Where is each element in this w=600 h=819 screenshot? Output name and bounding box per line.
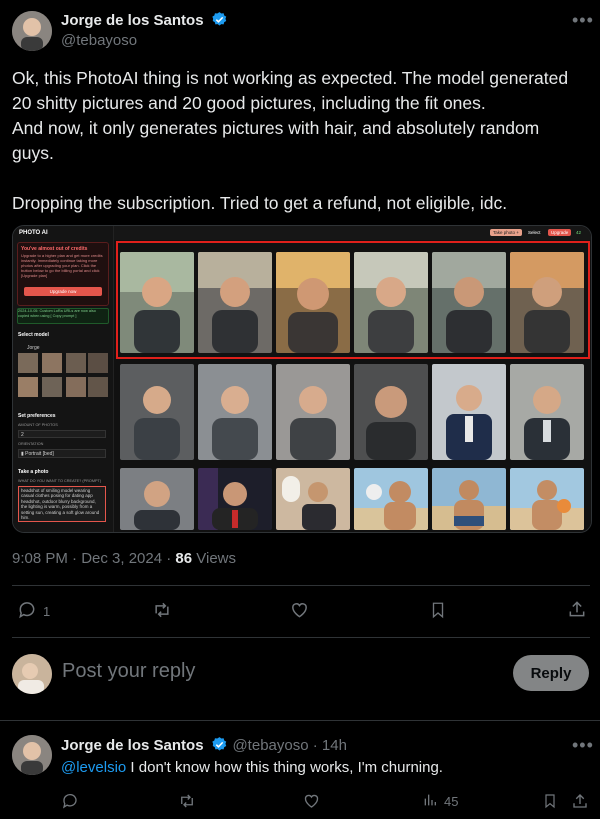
reply-views-action[interactable]: 45 bbox=[422, 792, 458, 811]
amount-label: AMOUNT OF PHOTOS bbox=[18, 423, 58, 427]
take-photo-heading: Take a photo bbox=[18, 469, 49, 475]
credits-count: 42 bbox=[576, 230, 582, 235]
generated-photo[interactable] bbox=[276, 364, 350, 460]
analytics-icon bbox=[422, 792, 438, 811]
reply-author-name[interactable]: Jorge de los Santos bbox=[61, 737, 204, 754]
author-handle[interactable]: @tebayoso bbox=[61, 32, 137, 49]
select-button[interactable]: Select bbox=[528, 230, 541, 235]
model-thumbnails[interactable] bbox=[18, 353, 108, 401]
current-user-avatar[interactable] bbox=[12, 654, 52, 694]
photoai-topbar: Take photo + Select Upgrade 42 bbox=[114, 226, 591, 240]
orientation-label: ORIENTATION bbox=[18, 442, 44, 446]
generated-photo[interactable] bbox=[276, 468, 350, 530]
repost-icon bbox=[151, 600, 173, 623]
attached-image[interactable]: PHOTO AI You've almost out of credits Up… bbox=[12, 225, 592, 533]
alert-title: You've almost out of credits bbox=[21, 246, 88, 252]
reply-repost-action[interactable] bbox=[177, 792, 197, 813]
generated-photo[interactable] bbox=[510, 468, 584, 530]
reply-share-action[interactable] bbox=[571, 792, 589, 813]
alert-body: Upgrade to a higher plan and get more cr… bbox=[21, 253, 103, 278]
amount-input[interactable]: 2 bbox=[18, 430, 106, 438]
generated-photo[interactable] bbox=[120, 364, 194, 460]
timestamp-text[interactable]: 9:08 PM · Dec 3, 2024 · bbox=[12, 550, 175, 567]
photoai-logo: PHOTO AI bbox=[19, 230, 48, 236]
reply-author-block: Jorge de los Santos @tebayoso · 14h bbox=[61, 736, 347, 758]
set-preferences-heading: Set preferences bbox=[18, 413, 56, 419]
views-count: 86 bbox=[175, 550, 193, 567]
orientation-select[interactable]: ▮ Portrait [bed] bbox=[18, 449, 106, 458]
share-icon bbox=[571, 792, 589, 813]
tweet-line: And now, it only generates pictures with… bbox=[12, 118, 540, 138]
more-options-icon[interactable]: ••• bbox=[572, 10, 594, 31]
verified-badge-icon bbox=[211, 11, 228, 33]
tweet-line: guys. bbox=[12, 143, 54, 163]
bookmark-action[interactable] bbox=[429, 600, 447, 623]
repost-action[interactable] bbox=[151, 600, 173, 623]
reply-button[interactable]: Reply bbox=[513, 655, 589, 691]
reply-count: 1 bbox=[43, 604, 51, 619]
tweet-line: Dropping the subscription. Tried to get … bbox=[12, 193, 508, 213]
model-name: Jorge bbox=[27, 345, 40, 351]
divider bbox=[0, 720, 600, 721]
mention-link[interactable]: @levelsio bbox=[61, 759, 126, 776]
prompt-textarea[interactable]: headshot of smiling model wearing casual… bbox=[18, 486, 106, 522]
reply-icon bbox=[61, 792, 79, 813]
prompt-label: WHAT DO YOU WANT TO CREATE? (PROMPT) bbox=[18, 479, 102, 483]
generated-photo[interactable] bbox=[510, 364, 584, 460]
share-action[interactable] bbox=[567, 599, 587, 622]
divider bbox=[12, 585, 590, 586]
generated-photo[interactable] bbox=[354, 468, 428, 530]
reply-input[interactable]: Post your reply bbox=[62, 660, 195, 683]
reply-icon bbox=[17, 600, 37, 623]
reply-text: @levelsio I don't know how this thing wo… bbox=[61, 759, 443, 776]
reply-age[interactable]: · 14h bbox=[309, 737, 347, 754]
highlight-box bbox=[116, 241, 590, 359]
generated-photo[interactable] bbox=[432, 468, 506, 530]
heart-icon bbox=[289, 600, 310, 623]
generated-photo[interactable] bbox=[120, 468, 194, 530]
like-action[interactable] bbox=[289, 600, 310, 623]
reply-action[interactable]: 1 bbox=[17, 600, 50, 623]
views-label: Views bbox=[192, 550, 237, 567]
reply-more-options-icon[interactable]: ••• bbox=[572, 735, 594, 756]
upgrade-now-button[interactable]: Upgrade now bbox=[24, 287, 102, 296]
select-model-heading: Select model bbox=[18, 332, 49, 338]
share-icon bbox=[567, 599, 587, 622]
credits-alert: You've almost out of credits Upgrade to … bbox=[17, 242, 109, 306]
generated-photo[interactable] bbox=[198, 468, 272, 530]
reply-bookmark-action[interactable] bbox=[542, 792, 558, 813]
reply-author-handle[interactable]: @tebayoso bbox=[232, 737, 308, 754]
generated-photo[interactable] bbox=[432, 364, 506, 460]
heart-icon bbox=[302, 792, 321, 813]
verified-badge-icon bbox=[211, 736, 228, 758]
generated-photo[interactable] bbox=[198, 364, 272, 460]
author-block: Jorge de los Santos bbox=[61, 11, 228, 33]
divider bbox=[12, 637, 590, 638]
author-avatar[interactable] bbox=[12, 11, 52, 51]
author-name[interactable]: Jorge de los Santos bbox=[61, 12, 204, 29]
photoai-sidebar: PHOTO AI You've almost out of credits Up… bbox=[13, 226, 114, 532]
reply-reply-action[interactable] bbox=[61, 792, 79, 813]
tweet-timestamp[interactable]: 9:08 PM · Dec 3, 2024 · 86 Views bbox=[12, 550, 236, 567]
bookmark-icon bbox=[542, 792, 558, 813]
tweet-line: 20 shitty pictures and 20 good pictures,… bbox=[12, 93, 486, 113]
tweet-text: Ok, this PhotoAI thing is not working as… bbox=[12, 66, 592, 216]
generated-photo[interactable] bbox=[354, 364, 428, 460]
upgrade-button[interactable]: Upgrade bbox=[548, 229, 572, 236]
lora-notice: 2024-10-05: Custom LoRa URLs are now als… bbox=[17, 308, 109, 324]
reply-views-count: 45 bbox=[444, 794, 459, 809]
reply-like-action[interactable] bbox=[302, 792, 321, 813]
take-photo-button[interactable]: Take photo + bbox=[490, 229, 522, 236]
repost-icon bbox=[177, 792, 197, 813]
bookmark-icon bbox=[429, 600, 447, 623]
photoai-gallery: Take photo + Select Upgrade 42 bbox=[114, 226, 591, 532]
tweet-line: Ok, this PhotoAI thing is not working as… bbox=[12, 68, 569, 88]
reply-body: I don't know how this thing works, I'm c… bbox=[126, 759, 443, 776]
tweet-line bbox=[12, 166, 592, 191]
reply-author-avatar[interactable] bbox=[12, 735, 52, 775]
